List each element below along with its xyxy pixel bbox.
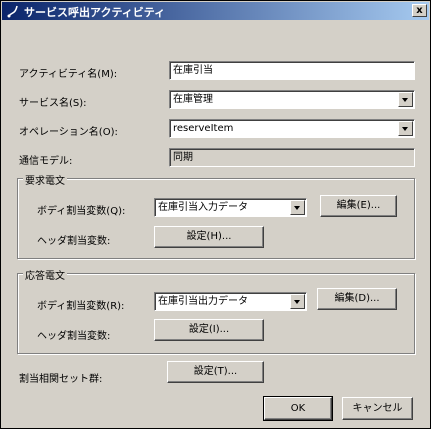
- operation-name-value: reserveItem: [173, 123, 234, 134]
- cancel-button[interactable]: キャンセル: [342, 397, 413, 420]
- chevron-down-icon[interactable]: [398, 121, 413, 136]
- request-group-title: 要求電文: [23, 172, 67, 187]
- request-edit-button[interactable]: 編集(E)...: [320, 195, 397, 217]
- request-header-button[interactable]: 設定(H)...: [154, 226, 264, 248]
- response-body-select[interactable]: 在庫引当出力データ: [154, 292, 307, 311]
- request-header-label: ヘッダ割当変数:: [37, 236, 111, 247]
- activity-name-label: アクティビティ名(M):: [19, 69, 118, 80]
- correlation-set-button[interactable]: 設定(T)...: [167, 361, 264, 383]
- activity-name-input[interactable]: 在庫引当: [169, 61, 415, 80]
- service-name-select[interactable]: 在庫管理: [169, 90, 415, 109]
- service-name-value: 在庫管理: [173, 94, 213, 105]
- response-edit-button[interactable]: 編集(D)...: [317, 288, 397, 310]
- chevron-down-icon[interactable]: [290, 200, 305, 215]
- response-group-title: 応答電文: [23, 267, 67, 282]
- correlation-label: 割当相関セット群:: [19, 374, 103, 385]
- chevron-down-icon[interactable]: [398, 92, 413, 107]
- ok-button[interactable]: OK: [263, 396, 333, 421]
- response-body-value: 在庫引当出力データ: [158, 296, 248, 307]
- title-bar[interactable]: サービス呼出アクティビティ x: [2, 2, 429, 20]
- request-body-select[interactable]: 在庫引当入力データ: [154, 198, 307, 217]
- request-body-value: 在庫引当入力データ: [158, 202, 248, 213]
- response-header-button[interactable]: 設定(I)...: [154, 319, 264, 341]
- close-button[interactable]: x: [412, 4, 427, 17]
- operation-name-select[interactable]: reserveItem: [169, 119, 415, 138]
- response-body-label: ボディ割当変数(R):: [37, 301, 125, 312]
- request-body-label: ボディ割当変数(Q):: [37, 206, 126, 217]
- response-header-label: ヘッダ割当変数:: [37, 331, 111, 342]
- comm-model-label: 通信モデル:: [19, 156, 73, 167]
- chevron-down-icon[interactable]: [290, 294, 305, 309]
- operation-name-label: オペレーション名(O):: [19, 127, 118, 138]
- service-name-label: サービス名(S):: [19, 98, 87, 109]
- window-title: サービス呼出アクティビティ: [24, 6, 166, 19]
- activity-icon: [5, 3, 21, 19]
- comm-model-field: 同期: [169, 148, 415, 167]
- dialog-window: サービス呼出アクティビティ x アクティビティ名(M): 在庫引当 サービス名(…: [0, 0, 431, 429]
